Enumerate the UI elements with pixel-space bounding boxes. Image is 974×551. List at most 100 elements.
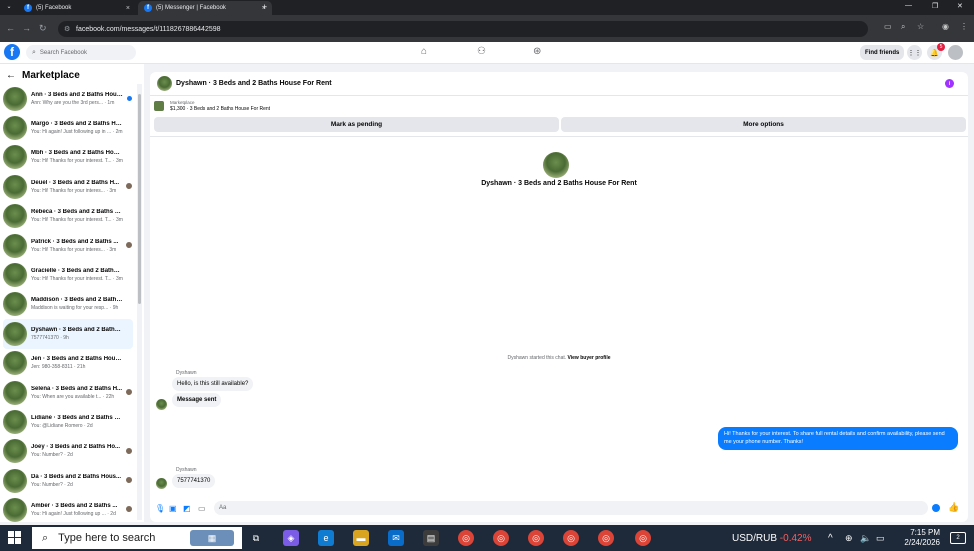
profile-icon[interactable]: ◉ bbox=[942, 22, 949, 31]
zoom-icon[interactable]: ⌕ bbox=[901, 22, 905, 32]
reload-icon[interactable]: ↻ bbox=[39, 23, 47, 34]
back-arrow-icon[interactable]: ← bbox=[6, 70, 16, 81]
search-placeholder: Search Facebook bbox=[39, 49, 87, 56]
conversation-name: Mbh · 3 Beds and 2 Baths Hous... bbox=[31, 150, 123, 157]
conversation-item[interactable]: Margo · 3 Beds and 2 Baths Ho... You: Hi … bbox=[0, 113, 136, 142]
conversation-item[interactable]: Dyshawn · 3 Beds and 2 Baths ... 75777413… bbox=[3, 319, 133, 349]
tab-messenger[interactable]: f (5) Messenger | Facebook × bbox=[138, 1, 272, 15]
mark-as-pending-button[interactable]: Mark as pending bbox=[154, 117, 559, 132]
windows-start-icon[interactable] bbox=[8, 531, 21, 544]
chrome-icon[interactable]: ◎ bbox=[493, 530, 509, 546]
conversation-item[interactable]: Joey · 3 Beds and 2 Baths Ho... You: Numb… bbox=[0, 437, 136, 466]
outlook-icon[interactable]: ✉ bbox=[388, 530, 404, 546]
avatar[interactable] bbox=[157, 76, 172, 91]
conversation-item[interactable]: Amber · 3 Beds and 2 Baths ... You: Hi ag… bbox=[0, 495, 136, 524]
conversation-item[interactable]: Mbh · 3 Beds and 2 Baths Hous... You: Hi!… bbox=[0, 143, 136, 172]
forward-icon[interactable]: → bbox=[22, 23, 31, 33]
notification-center-icon[interactable]: 2 bbox=[950, 532, 966, 544]
sticker-icon[interactable]: ◩ bbox=[183, 504, 191, 513]
avatar[interactable] bbox=[156, 478, 167, 489]
conversation-item[interactable]: Gracielle · 3 Beds and 2 Baths H... You: … bbox=[0, 260, 136, 289]
listing-thumbnail bbox=[3, 409, 27, 434]
conversation-text: Rebeca · 3 Beds and 2 Baths Ho... You: Hi… bbox=[31, 209, 123, 223]
listing-summary[interactable]: Marketplace $1,300 · 3 Beds and 2 Baths … bbox=[154, 100, 270, 112]
close-icon[interactable]: × bbox=[126, 5, 130, 12]
facebook-search-input[interactable]: ⌕ Search Facebook bbox=[26, 45, 136, 60]
conversation-name: Rebeca · 3 Beds and 2 Baths Ho... bbox=[31, 209, 123, 216]
store-icon[interactable]: ▤ bbox=[423, 530, 439, 546]
conversation-item[interactable]: Jen · 3 Beds and 2 Baths House ... Jen: 9… bbox=[0, 349, 136, 378]
conversation-preview: You: Hi again! Just following up in ... … bbox=[31, 129, 123, 136]
address-bar[interactable]: ⚙ facebook.com/messages/t/11182678864425… bbox=[58, 21, 868, 37]
microphone-icon[interactable]: 🎙 bbox=[155, 504, 165, 513]
view-buyer-profile-link[interactable]: View buyer profile bbox=[568, 355, 611, 361]
copilot-icon[interactable]: ◈ bbox=[283, 530, 299, 546]
ticker-widget[interactable]: USD/RUB -0.42% bbox=[732, 533, 811, 544]
chrome-icon[interactable]: ◎ bbox=[635, 530, 651, 546]
find-friends-button[interactable]: Find friends bbox=[860, 45, 905, 60]
avatar[interactable] bbox=[543, 152, 569, 178]
scrollbar-thumb[interactable] bbox=[138, 94, 141, 304]
listing-thumbnail bbox=[3, 116, 27, 141]
avatar[interactable] bbox=[156, 399, 167, 410]
friends-icon[interactable]: ⚇ bbox=[477, 46, 486, 57]
conversation-item[interactable]: Rebeca · 3 Beds and 2 Baths Ho... You: Hi… bbox=[0, 202, 136, 231]
unread-dot bbox=[127, 96, 132, 101]
conversation-name: Maddison · 3 Beds and 2 Baths ... bbox=[31, 297, 123, 304]
chat-title[interactable]: Dyshawn · 3 Beds and 2 Baths House For R… bbox=[176, 80, 332, 87]
tab-search-icon[interactable]: ⌄ bbox=[4, 3, 14, 13]
file-explorer-icon[interactable]: ▬ bbox=[353, 530, 369, 546]
site-info-icon[interactable]: ⚙ bbox=[64, 25, 70, 33]
emoji-icon[interactable] bbox=[932, 504, 940, 512]
outgoing-message: Hi! Thanks for your interest. To share f… bbox=[718, 427, 958, 450]
show-hidden-icons-icon[interactable]: ^ bbox=[828, 533, 833, 544]
avatar[interactable] bbox=[948, 45, 963, 60]
back-icon[interactable]: ← bbox=[6, 23, 15, 33]
thumbs-up-icon[interactable]: 👍 bbox=[948, 502, 959, 513]
chrome-icon[interactable]: ◎ bbox=[563, 530, 579, 546]
conversation-item[interactable]: Patrick · 3 Beds and 2 Baths ... You: Hi!… bbox=[0, 231, 136, 260]
edge-icon[interactable]: e bbox=[318, 530, 334, 546]
conversation-item[interactable]: Selena · 3 Beds and 2 Baths H... You: Whe… bbox=[0, 378, 136, 407]
widgets-icon[interactable]: ▦ bbox=[190, 530, 234, 546]
bookmark-star-icon[interactable]: ☆ bbox=[917, 22, 924, 31]
sender-name: Dyshawn bbox=[176, 370, 197, 376]
conversation-item[interactable]: Lidiane · 3 Beds and 2 Baths Ho... You: @… bbox=[0, 407, 136, 436]
listing-thumbnail bbox=[3, 439, 27, 464]
message-input[interactable]: Aa bbox=[214, 501, 928, 515]
conversation-item[interactable]: Da · 3 Beds and 2 Baths Hous... You: Numb… bbox=[0, 466, 136, 495]
chrome-menu-icon[interactable]: ⋮ bbox=[960, 22, 968, 31]
conversation-item[interactable]: Maddison · 3 Beds and 2 Baths ... Maddiso… bbox=[0, 290, 136, 319]
taskbar-clock[interactable]: 7:15 PM 2/24/2026 bbox=[888, 528, 940, 548]
window-close-icon[interactable]: ✕ bbox=[957, 2, 963, 10]
meet-now-icon[interactable]: ⊕ bbox=[845, 533, 853, 544]
conversation-preview: You: Number? · 2d bbox=[31, 452, 73, 459]
new-tab-icon[interactable]: + bbox=[262, 2, 267, 12]
task-view-icon[interactable]: ⧉ bbox=[248, 530, 264, 546]
info-icon[interactable]: i bbox=[945, 79, 954, 88]
conversation-item[interactable]: Deuel · 3 Beds and 2 Baths H... You: Hi! … bbox=[0, 172, 136, 201]
volume-icon[interactable]: 🔈 bbox=[860, 533, 871, 544]
conversation-text: Joey · 3 Beds and 2 Baths Ho... You: Numb… bbox=[31, 444, 123, 458]
chrome-icon[interactable]: ◎ bbox=[528, 530, 544, 546]
home-icon[interactable]: ⌂ bbox=[421, 46, 427, 57]
facebook-logo-icon[interactable]: f bbox=[4, 44, 20, 60]
tab-facebook[interactable]: f (5) Facebook × bbox=[18, 1, 136, 15]
more-options-button[interactable]: More options bbox=[561, 117, 966, 132]
cast-icon[interactable]: ▭ bbox=[884, 22, 892, 31]
conversation-item[interactable]: Ann · 3 Beds and 2 Baths Hous... Ann: Why… bbox=[0, 84, 136, 113]
minimize-icon[interactable]: — bbox=[905, 2, 912, 9]
gif-icon[interactable]: ▭ bbox=[198, 504, 206, 513]
facebook-header: f ⌕ Search Facebook ⌂ ⚇ ⊛ Find friends ⋮… bbox=[0, 42, 974, 64]
taskbar-search-placeholder: Type here to search bbox=[58, 532, 156, 544]
listing-thumbnail bbox=[3, 380, 27, 405]
chrome-icon[interactable]: ◎ bbox=[458, 530, 474, 546]
conversation-name: Gracielle · 3 Beds and 2 Baths H... bbox=[31, 268, 123, 275]
restore-icon[interactable]: ❐ bbox=[932, 2, 938, 10]
chrome-icon[interactable]: ◎ bbox=[598, 530, 614, 546]
conversation-name: Ann · 3 Beds and 2 Baths Hous... bbox=[31, 91, 123, 98]
groups-icon[interactable]: ⊛ bbox=[533, 46, 541, 57]
network-icon[interactable]: ▭ bbox=[876, 533, 885, 544]
photo-icon[interactable]: ▣ bbox=[169, 504, 177, 513]
menu-grid-icon[interactable]: ⋮⋮ bbox=[907, 45, 922, 60]
